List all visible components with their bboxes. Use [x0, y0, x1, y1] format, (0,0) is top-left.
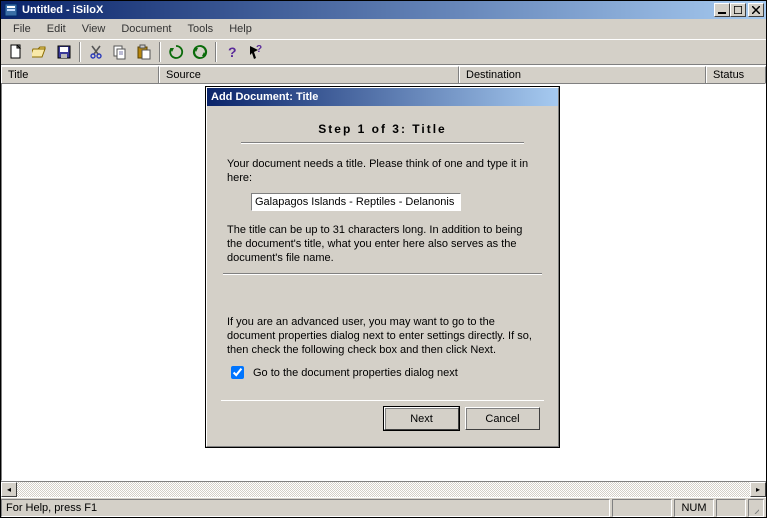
menu-view[interactable]: View: [74, 21, 114, 37]
scroll-track[interactable]: [17, 482, 750, 497]
add-document-dialog: Add Document: Title Step 1 of 3: Title Y…: [205, 86, 560, 448]
maximize-button[interactable]: [730, 3, 746, 17]
status-pane-empty1: [612, 499, 672, 517]
title-input[interactable]: [251, 193, 461, 211]
save-button[interactable]: [53, 41, 75, 63]
minimize-button[interactable]: [714, 3, 730, 17]
help-button[interactable]: ?: [221, 41, 243, 63]
menu-file[interactable]: File: [5, 21, 39, 37]
horizontal-scrollbar[interactable]: ◂ ▸: [1, 481, 766, 497]
new-button[interactable]: [5, 41, 27, 63]
toolbar-separator: [159, 42, 161, 62]
title-bar: Untitled - iSiloX: [1, 1, 766, 19]
cancel-button[interactable]: Cancel: [465, 407, 540, 430]
convert-all-button[interactable]: [189, 41, 211, 63]
menu-help[interactable]: Help: [221, 21, 260, 37]
svg-text:?: ?: [228, 44, 237, 60]
toolbar: ? ?: [1, 39, 766, 65]
next-button[interactable]: Next: [384, 407, 459, 430]
status-pane-empty2: [716, 499, 746, 517]
toolbar-separator: [215, 42, 217, 62]
dialog-advanced-text: If you are an advanced user, you may wan…: [227, 315, 538, 357]
paste-button[interactable]: [133, 41, 155, 63]
column-source[interactable]: Source: [159, 66, 459, 84]
close-button[interactable]: [748, 3, 764, 17]
scroll-right-button[interactable]: ▸: [750, 482, 766, 497]
dialog-prompt: Your document needs a title. Please thin…: [227, 157, 538, 185]
status-help-text: For Help, press F1: [1, 499, 610, 517]
dialog-title: Add Document: Title: [207, 88, 558, 106]
window-controls: [714, 3, 764, 17]
dialog-step-heading: Step 1 of 3: Title: [241, 118, 524, 143]
column-status[interactable]: Status: [706, 66, 766, 84]
open-button[interactable]: [29, 41, 51, 63]
cut-button[interactable]: [85, 41, 107, 63]
copy-button[interactable]: [109, 41, 131, 63]
dialog-note: The title can be up to 31 characters lon…: [227, 223, 538, 265]
menu-document[interactable]: Document: [113, 21, 179, 37]
window-title: Untitled - iSiloX: [22, 4, 714, 16]
menu-tools[interactable]: Tools: [180, 21, 222, 37]
dialog-button-row: Next Cancel: [221, 400, 544, 434]
svg-text:?: ?: [256, 44, 262, 55]
convert-button[interactable]: [165, 41, 187, 63]
column-destination[interactable]: Destination: [459, 66, 706, 84]
status-bar: For Help, press F1 NUM: [1, 497, 766, 517]
menu-bar: File Edit View Document Tools Help: [1, 19, 766, 39]
scroll-left-button[interactable]: ◂: [1, 482, 17, 497]
dialog-separator: [223, 273, 542, 275]
menu-edit[interactable]: Edit: [39, 21, 74, 37]
goto-properties-checkbox[interactable]: [231, 366, 244, 379]
toolbar-separator: [79, 42, 81, 62]
whats-this-button[interactable]: ?: [245, 41, 267, 63]
goto-properties-label: Go to the document properties dialog nex…: [253, 367, 458, 379]
status-numlock: NUM: [674, 499, 714, 517]
app-icon: [3, 2, 19, 18]
resize-grip[interactable]: [748, 499, 764, 517]
column-title[interactable]: Title: [1, 66, 159, 84]
list-header: Title Source Destination Status: [1, 65, 766, 83]
